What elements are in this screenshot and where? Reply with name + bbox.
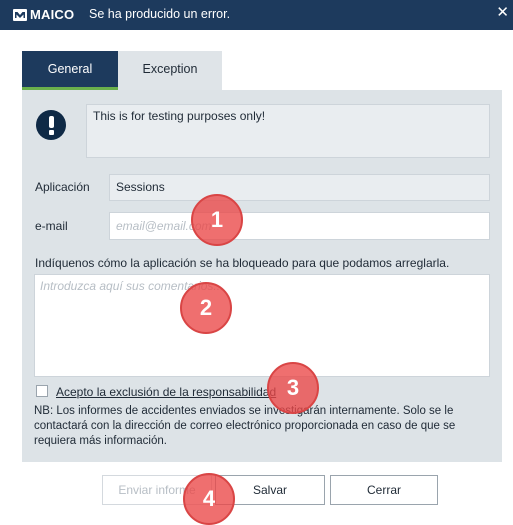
brand-name: MAICO — [30, 7, 75, 22]
annotation-badge-3: 3 — [267, 362, 319, 414]
tab-general[interactable]: General — [22, 51, 118, 90]
application-field: Sessions — [109, 174, 490, 201]
email-input[interactable] — [109, 212, 490, 240]
close-window-icon[interactable]: ✕ — [496, 5, 509, 21]
privacy-note: NB: Los informes de accidentes enviados … — [34, 405, 456, 447]
tab-exception[interactable]: Exception — [118, 51, 222, 90]
application-label: Aplicación — [35, 180, 90, 194]
title-bar: MAICO Se ha producido un error. ✕ — [0, 0, 513, 30]
window-title: Se ha producido un error. — [89, 7, 231, 21]
annotation-badge-4: 4 — [183, 473, 235, 525]
annotation-badge-2: 2 — [180, 282, 232, 334]
maico-logo-icon — [13, 9, 27, 21]
annotation-badge-1: 1 — [191, 194, 243, 246]
disclaimer-label[interactable]: Acepto la exclusión de la responsabilida… — [56, 385, 276, 399]
email-label: e-mail — [35, 219, 68, 233]
close-button[interactable]: Cerrar — [330, 475, 438, 505]
error-exclamation-icon — [36, 110, 66, 140]
disclaimer-checkbox[interactable] — [36, 385, 48, 397]
comments-hint: Indíquenos cómo la aplicación se ha bloq… — [35, 256, 450, 270]
comments-textarea[interactable] — [34, 274, 490, 377]
general-panel: This is for testing purposes only! Aplic… — [22, 90, 502, 462]
error-message-box: This is for testing purposes only! — [86, 104, 490, 158]
